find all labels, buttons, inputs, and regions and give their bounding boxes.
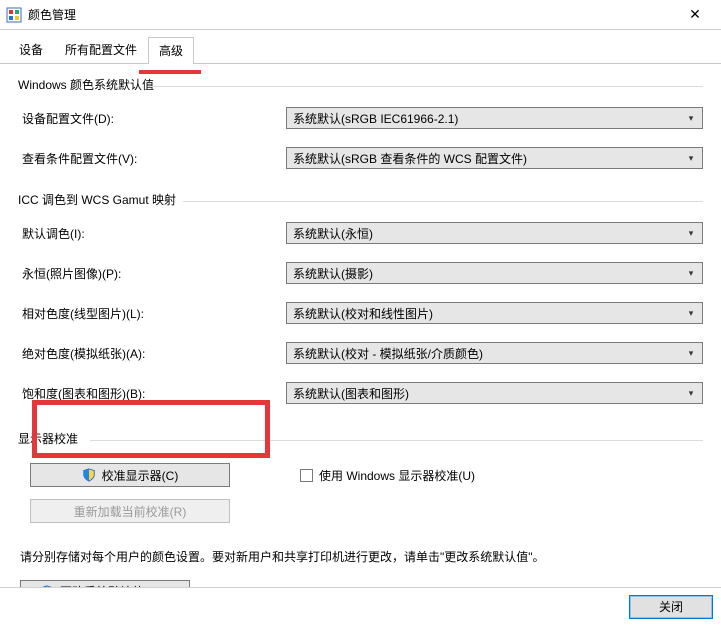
close-button[interactable]: ✕ (675, 1, 715, 29)
chevron-down-icon: ▾ (684, 388, 698, 399)
tab-all-profiles-label: 所有配置文件 (65, 43, 137, 57)
label-perceptual: 永恒(照片图像)(P): (18, 265, 286, 282)
use-windows-calibration-label: 使用 Windows 显示器校准(U) (319, 467, 475, 484)
shield-icon (82, 468, 96, 482)
reload-calibration-button: 重新加载当前校准(R) (30, 499, 230, 523)
group-windows-defaults-legend: Windows 颜色系统默认值 (18, 72, 703, 97)
label-default-intent: 默认调色(I): (18, 225, 286, 242)
select-abscol-value: 系统默认(校对 - 模拟纸张/介质颜色) (293, 345, 684, 362)
row-viewing-cond: 查看条件配置文件(V): 系统默认(sRGB 查看条件的 WCS 配置文件) ▾ (18, 147, 703, 169)
window-title: 颜色管理 (28, 6, 675, 23)
select-saturation[interactable]: 系统默认(图表和图形) ▾ (286, 382, 703, 404)
row-relcol: 相对色度(线型图片)(L): 系统默认(校对和线性图片) ▾ (18, 302, 703, 324)
highlight-tab-advanced (139, 36, 201, 74)
titlebar: 颜色管理 ✕ (0, 0, 721, 30)
chevron-down-icon: ▾ (684, 153, 698, 164)
select-perceptual[interactable]: 系统默认(摄影) ▾ (286, 262, 703, 284)
tab-all-profiles[interactable]: 所有配置文件 (54, 36, 148, 63)
use-windows-calibration-checkbox[interactable] (300, 469, 313, 482)
select-perceptual-value: 系统默认(摄影) (293, 265, 684, 282)
app-icon (6, 7, 22, 23)
chevron-down-icon: ▾ (684, 228, 698, 239)
chevron-down-icon: ▾ (684, 268, 698, 279)
tab-devices[interactable]: 设备 (8, 36, 54, 63)
label-viewing-cond: 查看条件配置文件(V): (18, 150, 286, 167)
select-device-profile[interactable]: 系统默认(sRGB IEC61966-2.1) ▾ (286, 107, 703, 129)
content-area: Windows 颜色系统默认值 设备配置文件(D): 系统默认(sRGB IEC… (0, 64, 721, 604)
select-default-intent-value: 系统默认(永恒) (293, 225, 684, 242)
label-relcol: 相对色度(线型图片)(L): (18, 305, 286, 322)
group-icc-gamut-legend: ICC 调色到 WCS Gamut 映射 (18, 187, 703, 212)
reload-calibration-label: 重新加载当前校准(R) (74, 503, 187, 520)
close-dialog-button[interactable]: 关闭 (629, 595, 713, 619)
label-saturation: 饱和度(图表和图形)(B): (18, 385, 286, 402)
calibrate-display-button[interactable]: 校准显示器(C) (30, 463, 230, 487)
chevron-down-icon: ▾ (684, 308, 698, 319)
select-default-intent[interactable]: 系统默认(永恒) ▾ (286, 222, 703, 244)
tab-devices-label: 设备 (19, 43, 43, 57)
row-perceptual: 永恒(照片图像)(P): 系统默认(摄影) ▾ (18, 262, 703, 284)
close-icon: ✕ (689, 6, 701, 23)
row-device-profile: 设备配置文件(D): 系统默认(sRGB IEC61966-2.1) ▾ (18, 107, 703, 129)
select-saturation-value: 系统默认(图表和图形) (293, 385, 684, 402)
select-viewing-cond-value: 系统默认(sRGB 查看条件的 WCS 配置文件) (293, 150, 684, 167)
row-default-intent: 默认调色(I): 系统默认(永恒) ▾ (18, 222, 703, 244)
close-dialog-label: 关闭 (659, 598, 683, 615)
select-abscol[interactable]: 系统默认(校对 - 模拟纸张/介质颜色) ▾ (286, 342, 703, 364)
group-icc-gamut: ICC 调色到 WCS Gamut 映射 默认调色(I): 系统默认(永恒) ▾… (18, 187, 703, 404)
select-device-profile-value: 系统默认(sRGB IEC61966-2.1) (293, 110, 684, 127)
per-user-note: 请分别存储对每个用户的颜色设置。要对新用户和共享打印机进行更改，请单击"更改系统… (20, 549, 701, 566)
calibrate-display-label: 校准显示器(C) (102, 467, 179, 484)
label-device-profile: 设备配置文件(D): (18, 110, 286, 127)
row-abscol: 绝对色度(模拟纸张)(A): 系统默认(校对 - 模拟纸张/介质颜色) ▾ (18, 342, 703, 364)
row-saturation: 饱和度(图表和图形)(B): 系统默认(图表和图形) ▾ (18, 382, 703, 404)
tab-strip: 设备 所有配置文件 高级 (0, 30, 721, 64)
dialog-footer: 关闭 (0, 587, 721, 625)
label-abscol: 绝对色度(模拟纸张)(A): (18, 345, 286, 362)
select-viewing-cond[interactable]: 系统默认(sRGB 查看条件的 WCS 配置文件) ▾ (286, 147, 703, 169)
select-relcol[interactable]: 系统默认(校对和线性图片) ▾ (286, 302, 703, 324)
group-display-calibration-legend: 显示器校准 (18, 426, 703, 451)
chevron-down-icon: ▾ (684, 348, 698, 359)
chevron-down-icon: ▾ (684, 113, 698, 124)
group-windows-defaults: Windows 颜色系统默认值 设备配置文件(D): 系统默认(sRGB IEC… (18, 72, 703, 169)
group-display-calibration: 显示器校准 校准显示器(C) 使用 Windows 显示器校准(U) 重新加载当… (18, 422, 703, 529)
select-relcol-value: 系统默认(校对和线性图片) (293, 305, 684, 322)
